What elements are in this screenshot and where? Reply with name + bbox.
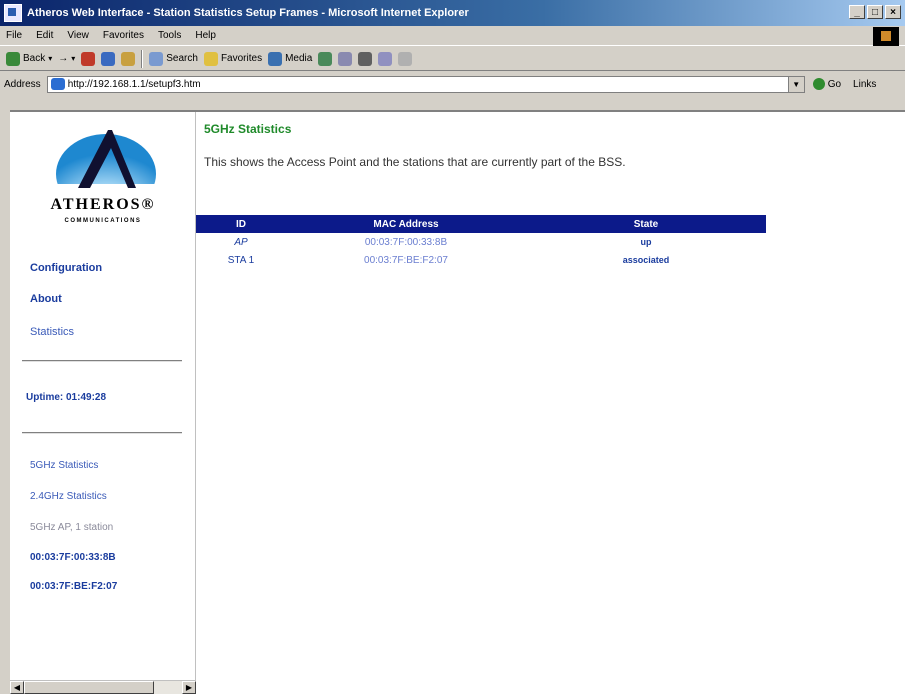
toolbar: Back ▾ → ▾ Search Favorites Media (0, 47, 905, 71)
scrollbar-thumb[interactable] (24, 681, 154, 694)
sidebar-divider (22, 360, 182, 362)
window-titlebar: Atheros Web Interface - Station Statisti… (0, 0, 905, 26)
home-icon[interactable] (121, 51, 136, 66)
menu-favorites[interactable]: Favorites (103, 30, 144, 41)
menu-tools[interactable]: Tools (158, 30, 181, 41)
maximize-button[interactable]: □ (867, 5, 883, 19)
nav-statistics[interactable]: Statistics (30, 326, 74, 338)
go-label: Go (827, 78, 842, 90)
menu-view[interactable]: View (67, 30, 89, 41)
nav-about[interactable]: About (30, 293, 62, 305)
links-button[interactable]: Links (853, 79, 876, 90)
row-state: associated (622, 255, 670, 265)
menu-edit[interactable]: Edit (36, 30, 53, 41)
search-button[interactable]: Search (149, 51, 198, 66)
column-header-state: State (526, 215, 766, 233)
back-arrow-icon (6, 51, 20, 66)
row-id: AP (234, 236, 248, 248)
sidebar-divider (22, 432, 182, 434)
favorites-button[interactable]: Favorites (203, 51, 263, 66)
toolbar-separator (141, 49, 144, 68)
link-24ghz-statistics[interactable]: 2.4GHz Statistics (30, 491, 107, 502)
stations-table: ID MAC Address State AP 00:03:7F:00:33:8… (196, 215, 766, 269)
favorites-label: Favorites (220, 53, 263, 64)
chevron-down-icon: ▾ (71, 54, 76, 63)
minimize-button[interactable]: _ (849, 5, 865, 19)
menu-help[interactable]: Help (195, 30, 216, 41)
table-row: STA 1 00:03:7F:BE:F2:07 associated (196, 251, 766, 269)
nav-configuration[interactable]: Configuration (30, 262, 102, 274)
refresh-icon[interactable] (101, 51, 116, 66)
row-mac: 00:03:7F:00:33:8B (364, 236, 448, 248)
search-icon (149, 51, 164, 66)
scroll-right-icon[interactable]: ▶ (182, 681, 196, 694)
print-icon[interactable] (358, 51, 373, 66)
search-label: Search (166, 53, 198, 64)
windows-logo-icon (873, 27, 899, 46)
discuss-icon[interactable] (398, 51, 413, 66)
column-header-id: ID (196, 215, 286, 233)
back-button[interactable]: Back ▾ (6, 51, 53, 66)
page-title: 5GHz Statistics (204, 122, 292, 136)
page-icon (50, 78, 65, 90)
horizontal-scrollbar[interactable]: ◀ ▶ (10, 680, 196, 694)
forward-arrow-icon: → (58, 53, 69, 64)
media-label: Media (285, 53, 313, 64)
stop-icon[interactable] (81, 51, 96, 66)
row-id: STA 1 (227, 254, 255, 266)
close-button[interactable]: × (885, 5, 901, 19)
window-title: Atheros Web Interface - Station Statisti… (27, 7, 469, 19)
logo-subtitle: COMMUNICATIONS (64, 218, 142, 224)
ie-app-icon (4, 4, 22, 22)
link-station-mac[interactable]: 00:03:7F:BE:F2:07 (30, 581, 117, 592)
atheros-logo-icon (56, 130, 156, 194)
logo-wordmark: ATHEROS® (50, 196, 156, 213)
mail-icon[interactable] (338, 51, 353, 66)
table-row: AP 00:03:7F:00:33:8B up (196, 233, 766, 251)
edit-icon[interactable] (378, 51, 393, 66)
address-url: http://192.168.1.1/setupf3.htm (67, 78, 201, 90)
table-header-row: ID MAC Address State (196, 215, 766, 233)
link-5ghz-statistics[interactable]: 5GHz Statistics (30, 460, 98, 471)
favorites-icon (203, 51, 218, 66)
column-header-mac: MAC Address (286, 215, 526, 233)
address-input[interactable]: http://192.168.1.1/setupf3.htm ▼ (46, 75, 805, 93)
history-icon[interactable] (318, 51, 333, 66)
row-state: up (640, 237, 652, 247)
forward-button[interactable]: → ▾ (58, 53, 75, 64)
menu-file[interactable]: File (6, 30, 22, 41)
menu-bar: File Edit View Favorites Tools Help (0, 26, 905, 46)
window-controls: _ □ × (849, 5, 901, 19)
go-arrow-icon (812, 78, 825, 90)
chevron-down-icon[interactable]: ▼ (787, 76, 804, 92)
go-button[interactable]: Go (812, 78, 842, 90)
content-frame: 5GHz Statistics This shows the Access Po… (196, 112, 905, 694)
link-ap-mac[interactable]: 00:03:7F:00:33:8B (30, 552, 116, 563)
back-label: Back (23, 53, 46, 64)
row-mac: 00:03:7F:BE:F2:07 (364, 254, 448, 266)
window-left-border (0, 96, 10, 694)
address-label: Address (4, 78, 41, 90)
media-button[interactable]: Media (268, 51, 313, 66)
uptime-label: Uptime: 01:49:28 (26, 392, 107, 403)
media-icon (268, 51, 283, 66)
page-description: This shows the Access Point and the stat… (204, 155, 626, 169)
scroll-left-icon[interactable]: ◀ (10, 681, 24, 694)
address-bar: Address http://192.168.1.1/setupf3.htm ▼… (0, 72, 905, 96)
chevron-down-icon: ▾ (48, 54, 53, 63)
ap-info: 5GHz AP, 1 station (30, 522, 114, 533)
navigation-frame: ATHEROS® COMMUNICATIONS Configuration Ab… (10, 112, 196, 680)
